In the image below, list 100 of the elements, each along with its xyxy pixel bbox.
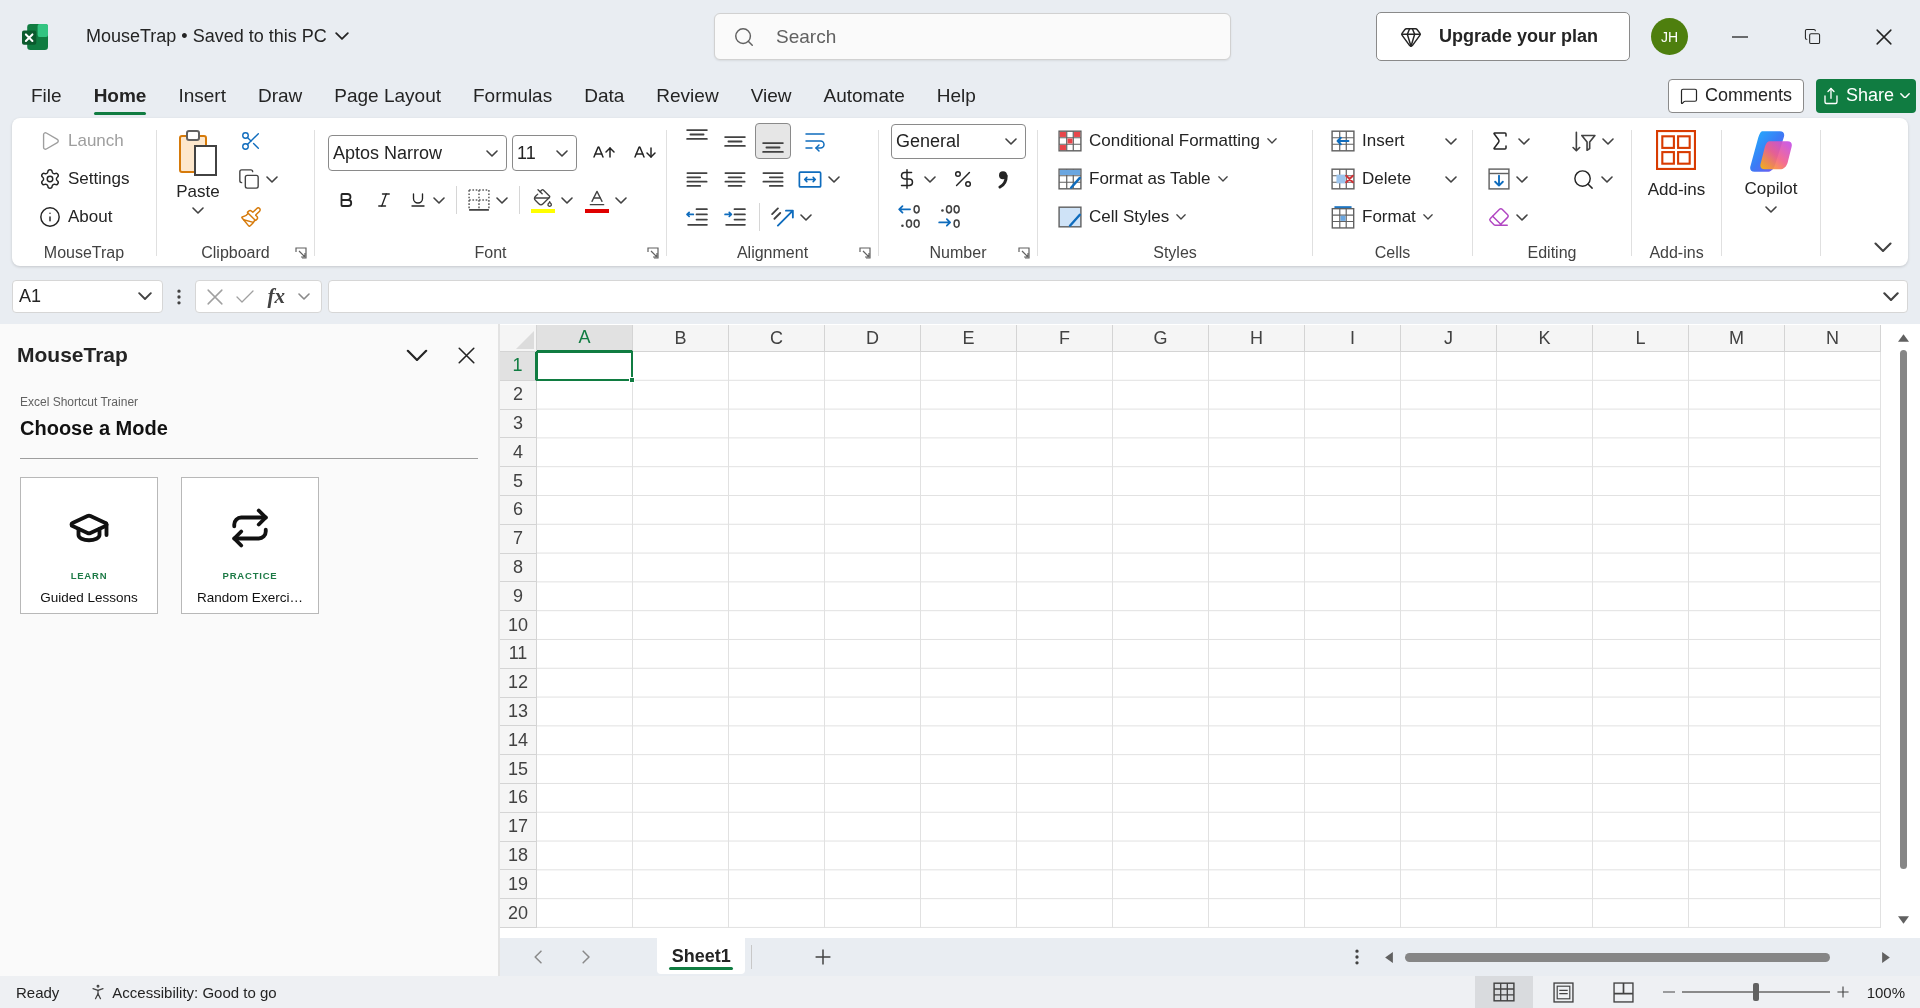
dialog-launcher-icon[interactable] — [859, 246, 871, 259]
fill-color-icon[interactable] — [531, 187, 555, 213]
row-header[interactable]: 6 — [500, 496, 537, 525]
paste-button[interactable]: Paste — [163, 118, 233, 214]
scroll-up-icon[interactable] — [1898, 334, 1909, 342]
mode-card[interactable]: LEARN Guided Lessons — [20, 477, 158, 614]
underline-icon[interactable] — [409, 191, 427, 209]
row-header[interactable]: 9 — [500, 582, 537, 612]
add-sheet-icon[interactable] — [815, 949, 832, 965]
fill-down-icon[interactable] — [1488, 168, 1510, 190]
share-button[interactable]: Share — [1816, 78, 1916, 113]
ribbon-tab[interactable]: View — [734, 75, 808, 116]
zoom-slider-thumb[interactable] — [1752, 983, 1759, 1001]
close-icon[interactable] — [1876, 28, 1892, 45]
ribbon-tab[interactable]: Formulas — [457, 75, 569, 116]
column-header[interactable]: I — [1305, 325, 1401, 352]
increase-decimal-icon[interactable] — [938, 205, 960, 229]
row-header[interactable]: 17 — [500, 812, 537, 842]
align-right-icon[interactable] — [762, 171, 784, 187]
accessibility-status-button[interactable]: Accessibility: Good to go — [88, 982, 277, 1002]
column-header[interactable]: H — [1209, 325, 1305, 352]
user-avatar[interactable]: JH — [1651, 18, 1688, 55]
row-header[interactable]: 7 — [500, 524, 537, 554]
column-header[interactable]: J — [1401, 325, 1497, 352]
previous-sheet-icon[interactable] — [534, 950, 543, 964]
increase-indent-icon[interactable] — [724, 208, 746, 226]
add-ins-button[interactable]: Add-ins — [1647, 118, 1706, 239]
minimize-icon[interactable] — [1732, 35, 1748, 38]
scroll-left-icon[interactable] — [1385, 951, 1393, 963]
row-header[interactable]: 2 — [500, 380, 537, 410]
row-header[interactable]: 3 — [500, 409, 537, 439]
view-button[interactable] — [1474, 976, 1533, 1008]
row-header[interactable]: 8 — [500, 553, 537, 583]
search-icon[interactable] — [1572, 167, 1595, 191]
column-header[interactable]: A — [537, 325, 633, 352]
text-orientation-icon[interactable] — [771, 207, 794, 227]
scroll-down-icon[interactable] — [1898, 916, 1909, 924]
column-header[interactable]: F — [1017, 325, 1113, 352]
mode-card[interactable]: PRACTICE Random Exerci… — [181, 477, 319, 614]
copilot-button[interactable]: Copilot — [1744, 118, 1798, 266]
column-header[interactable]: K — [1497, 325, 1593, 352]
column-header[interactable]: D — [825, 325, 921, 352]
ribbon-tab[interactable]: Insert — [162, 75, 242, 116]
scrollbar-thumb[interactable] — [1900, 350, 1907, 869]
ribbon-tab[interactable]: Data — [568, 75, 641, 116]
column-header[interactable]: M — [1689, 325, 1785, 352]
ribbon-command[interactable]: Format as Table — [1054, 160, 1282, 198]
column-header[interactable]: N — [1785, 325, 1881, 352]
row-header[interactable]: 19 — [500, 870, 537, 900]
active-cell[interactable] — [536, 351, 633, 381]
check-icon[interactable] — [236, 290, 255, 303]
column-header[interactable]: G — [1113, 325, 1209, 352]
ribbon-tab[interactable]: Automate — [807, 75, 921, 116]
insert-function-button[interactable]: fx — [267, 284, 285, 309]
collapse-ribbon-icon[interactable] — [1874, 241, 1892, 252]
copy-icon[interactable] — [238, 168, 260, 190]
document-title-button[interactable]: MouseTrap • Saved to this PC — [84, 22, 351, 51]
font-size-dropdown[interactable]: 11 — [512, 135, 577, 171]
ribbon-command[interactable]: About — [35, 198, 134, 236]
dialog-launcher-icon[interactable] — [1018, 246, 1030, 259]
align-left-icon[interactable] — [686, 171, 708, 187]
number-format-dropdown[interactable]: General — [891, 123, 1026, 159]
decrease-indent-icon[interactable] — [686, 208, 708, 226]
column-header[interactable]: E — [921, 325, 1017, 352]
row-header[interactable]: 11 — [500, 639, 537, 669]
ribbon-command[interactable]: Cell Styles — [1054, 198, 1282, 236]
upgrade-button[interactable]: Upgrade your plan — [1376, 12, 1630, 61]
ribbon-tab[interactable]: Draw — [241, 75, 319, 116]
ribbon-tab[interactable]: Review — [640, 75, 735, 116]
row-header[interactable]: 4 — [500, 438, 537, 468]
row-header[interactable]: 10 — [500, 611, 537, 640]
sort-filter-icon[interactable] — [1572, 130, 1596, 152]
comments-button[interactable]: Comments — [1668, 78, 1804, 113]
vertical-align-button[interactable] — [755, 123, 791, 159]
column-header[interactable]: C — [729, 325, 825, 352]
row-header[interactable]: 5 — [500, 467, 537, 496]
next-sheet-icon[interactable] — [582, 950, 591, 964]
scrollbar-thumb[interactable] — [1405, 952, 1830, 962]
search-field[interactable]: Search — [714, 13, 1231, 60]
ribbon-tab[interactable]: Help — [920, 75, 992, 116]
scissors-icon[interactable] — [240, 130, 262, 152]
chevron-down-icon[interactable] — [406, 348, 428, 362]
row-header[interactable]: 14 — [500, 726, 537, 756]
font-name-dropdown[interactable]: Aptos Narrow — [328, 135, 507, 171]
row-header[interactable]: 16 — [500, 783, 537, 813]
ribbon-tab[interactable]: File — [15, 75, 78, 116]
align-center-icon[interactable] — [724, 171, 746, 187]
ribbon-command[interactable]: Conditional Formatting — [1054, 122, 1282, 160]
paintbrush-icon[interactable] — [240, 206, 262, 228]
column-header[interactable]: B — [633, 325, 729, 352]
eraser-icon[interactable] — [1488, 206, 1510, 228]
italic-icon[interactable] — [375, 191, 393, 209]
percent-icon[interactable] — [952, 168, 974, 190]
row-header[interactable]: 15 — [500, 755, 537, 784]
ribbon-command[interactable]: Delete — [1327, 160, 1461, 198]
ribbon-command[interactable]: Settings — [35, 160, 134, 198]
row-header[interactable]: 12 — [500, 668, 537, 698]
borders-icon[interactable] — [468, 189, 490, 211]
cancel-icon[interactable] — [206, 288, 223, 305]
ribbon-command[interactable]: Format — [1327, 198, 1461, 236]
